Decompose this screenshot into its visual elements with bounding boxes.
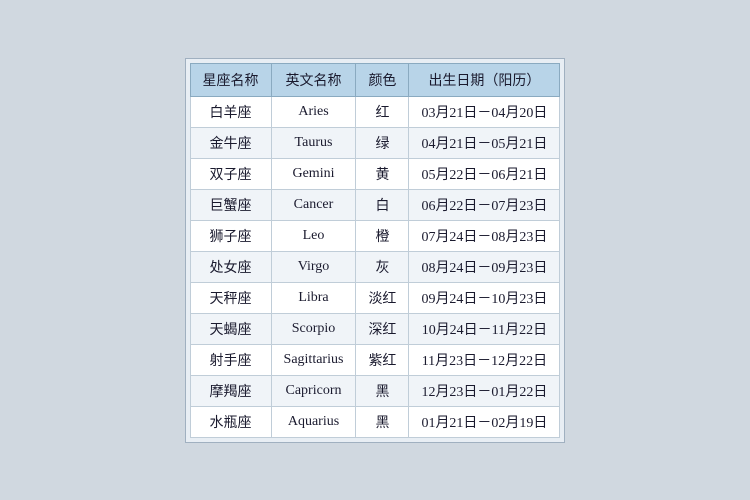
cell-chinese-name: 双子座	[190, 158, 271, 189]
cell-chinese-name: 巨蟹座	[190, 189, 271, 220]
cell-english-name: Aquarius	[271, 406, 356, 437]
cell-dates: 08月24日－09月23日	[409, 251, 560, 282]
table-row: 水瓶座Aquarius黑01月21日－02月19日	[190, 406, 560, 437]
zodiac-table-container: 星座名称 英文名称 颜色 出生日期（阳历） 白羊座Aries红03月21日－04…	[185, 58, 566, 443]
cell-chinese-name: 狮子座	[190, 220, 271, 251]
cell-english-name: Capricorn	[271, 375, 356, 406]
cell-dates: 03月21日－04月20日	[409, 96, 560, 127]
cell-english-name: Leo	[271, 220, 356, 251]
cell-english-name: Cancer	[271, 189, 356, 220]
cell-chinese-name: 摩羯座	[190, 375, 271, 406]
header-chinese-name: 星座名称	[190, 63, 271, 96]
table-row: 天蝎座Scorpio深红10月24日－11月22日	[190, 313, 560, 344]
cell-color: 淡红	[356, 282, 409, 313]
cell-english-name: Virgo	[271, 251, 356, 282]
zodiac-table: 星座名称 英文名称 颜色 出生日期（阳历） 白羊座Aries红03月21日－04…	[190, 63, 561, 438]
table-row: 双子座Gemini黄05月22日－06月21日	[190, 158, 560, 189]
cell-color: 黑	[356, 375, 409, 406]
table-row: 巨蟹座Cancer白06月22日－07月23日	[190, 189, 560, 220]
cell-chinese-name: 水瓶座	[190, 406, 271, 437]
cell-color: 紫红	[356, 344, 409, 375]
cell-color: 黄	[356, 158, 409, 189]
cell-english-name: Taurus	[271, 127, 356, 158]
cell-chinese-name: 天蝎座	[190, 313, 271, 344]
cell-dates: 01月21日－02月19日	[409, 406, 560, 437]
cell-chinese-name: 白羊座	[190, 96, 271, 127]
cell-dates: 05月22日－06月21日	[409, 158, 560, 189]
cell-english-name: Gemini	[271, 158, 356, 189]
cell-dates: 06月22日－07月23日	[409, 189, 560, 220]
table-row: 金牛座Taurus绿04月21日－05月21日	[190, 127, 560, 158]
cell-chinese-name: 天秤座	[190, 282, 271, 313]
table-row: 摩羯座Capricorn黑12月23日－01月22日	[190, 375, 560, 406]
cell-color: 黑	[356, 406, 409, 437]
table-row: 狮子座Leo橙07月24日－08月23日	[190, 220, 560, 251]
cell-english-name: Scorpio	[271, 313, 356, 344]
header-color: 颜色	[356, 63, 409, 96]
cell-color: 深红	[356, 313, 409, 344]
table-row: 射手座Sagittarius紫红11月23日－12月22日	[190, 344, 560, 375]
cell-dates: 10月24日－11月22日	[409, 313, 560, 344]
cell-dates: 07月24日－08月23日	[409, 220, 560, 251]
cell-chinese-name: 射手座	[190, 344, 271, 375]
cell-dates: 04月21日－05月21日	[409, 127, 560, 158]
cell-color: 白	[356, 189, 409, 220]
header-english-name: 英文名称	[271, 63, 356, 96]
cell-color: 绿	[356, 127, 409, 158]
table-body: 白羊座Aries红03月21日－04月20日金牛座Taurus绿04月21日－0…	[190, 96, 560, 437]
cell-english-name: Aries	[271, 96, 356, 127]
table-row: 白羊座Aries红03月21日－04月20日	[190, 96, 560, 127]
cell-color: 灰	[356, 251, 409, 282]
table-row: 处女座Virgo灰08月24日－09月23日	[190, 251, 560, 282]
table-row: 天秤座Libra淡红09月24日－10月23日	[190, 282, 560, 313]
cell-color: 橙	[356, 220, 409, 251]
header-dates: 出生日期（阳历）	[409, 63, 560, 96]
cell-color: 红	[356, 96, 409, 127]
cell-english-name: Sagittarius	[271, 344, 356, 375]
cell-chinese-name: 金牛座	[190, 127, 271, 158]
cell-dates: 11月23日－12月22日	[409, 344, 560, 375]
cell-english-name: Libra	[271, 282, 356, 313]
cell-dates: 09月24日－10月23日	[409, 282, 560, 313]
cell-chinese-name: 处女座	[190, 251, 271, 282]
table-header-row: 星座名称 英文名称 颜色 出生日期（阳历）	[190, 63, 560, 96]
cell-dates: 12月23日－01月22日	[409, 375, 560, 406]
